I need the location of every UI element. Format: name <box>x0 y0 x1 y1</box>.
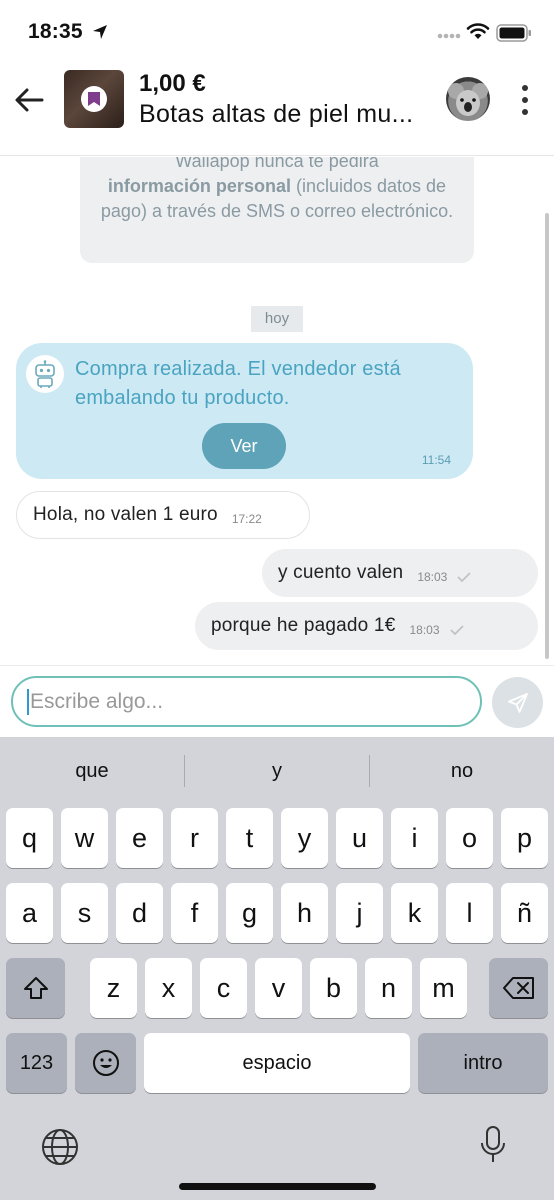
keyboard-suggestions: que y no <box>0 737 554 805</box>
suggestion-2[interactable]: y <box>185 737 369 805</box>
keyboard: que y no q w e r t y u i o p a s d f g h… <box>0 737 554 1200</box>
product-thumbnail[interactable] <box>64 70 124 128</box>
text-caret <box>27 688 29 715</box>
key-d[interactable]: d <box>116 883 163 943</box>
message-outgoing: y cuento valen 18:03 <box>262 549 538 597</box>
safety-notice: Wallapop nunca te pedirá información per… <box>80 157 474 263</box>
key-enye[interactable]: ñ <box>501 883 548 943</box>
key-a[interactable]: a <box>6 883 53 943</box>
key-k[interactable]: k <box>391 883 438 943</box>
notice-bold: información personal <box>107 176 291 196</box>
key-w[interactable]: w <box>61 808 108 868</box>
key-g[interactable]: g <box>226 883 273 943</box>
wifi-icon <box>466 23 490 39</box>
robot-icon <box>35 360 55 388</box>
check-icon <box>449 625 464 636</box>
product-title[interactable]: Botas altas de piel mu... <box>139 100 444 129</box>
check-icon <box>457 572 471 583</box>
system-message-time: 11:54 <box>421 453 451 467</box>
key-j[interactable]: j <box>336 883 383 943</box>
key-p[interactable]: p <box>501 808 548 868</box>
key-r[interactable]: r <box>171 808 218 868</box>
seller-avatar[interactable] <box>446 77 490 121</box>
message-input-placeholder: Escribe algo... <box>30 689 164 713</box>
key-i[interactable]: i <box>391 808 438 868</box>
chat-screen: 18:35 1,00 € Botas altas de piel mu... W… <box>0 0 554 1200</box>
message-input[interactable]: Escribe algo... <box>11 676 482 727</box>
view-button[interactable]: Ver <box>202 423 286 469</box>
key-m[interactable]: m <box>420 958 467 1018</box>
message-incoming: Hola, no valen 1 euro 17:22 <box>16 491 310 539</box>
key-l[interactable]: l <box>446 883 493 943</box>
key-s[interactable]: s <box>61 883 108 943</box>
key-y[interactable]: y <box>281 808 328 868</box>
status-bar: 18:35 <box>0 0 554 62</box>
microphone-icon[interactable] <box>480 1125 506 1165</box>
product-price: 1,00 € <box>139 70 206 97</box>
battery-icon <box>496 24 531 42</box>
shift-icon <box>23 977 48 999</box>
bookmark-badge <box>81 86 107 112</box>
key-t[interactable]: t <box>226 808 273 868</box>
back-arrow-icon[interactable] <box>12 82 48 118</box>
emoji-icon <box>92 1050 119 1076</box>
key-o[interactable]: o <box>446 808 493 868</box>
message-time: 18:03 <box>409 623 440 637</box>
shift-key[interactable] <box>6 958 65 1018</box>
chat-scrollbar[interactable] <box>545 213 549 659</box>
message-text: porque he pagado 1€ <box>211 615 396 636</box>
system-message-text: Compra realizada. El vendedor está embal… <box>75 358 401 409</box>
key-h[interactable]: h <box>281 883 328 943</box>
globe-icon[interactable] <box>40 1127 80 1167</box>
key-c[interactable]: c <box>200 958 247 1018</box>
koala-avatar-image <box>448 83 488 116</box>
key-e[interactable]: e <box>116 808 163 868</box>
notice-prefix: Wallapop nunca te pedirá <box>175 157 379 171</box>
status-time: 18:35 <box>28 20 83 43</box>
emoji-key[interactable] <box>75 1033 136 1093</box>
space-key[interactable]: espacio <box>144 1033 410 1093</box>
day-separator: hoy <box>251 306 303 332</box>
chat-header: 1,00 € Botas altas de piel mu... <box>0 62 554 156</box>
composer-bar: Escribe algo... <box>0 665 554 737</box>
key-n[interactable]: n <box>365 958 412 1018</box>
system-message: Compra realizada. El vendedor está embal… <box>16 343 473 479</box>
key-b[interactable]: b <box>310 958 357 1018</box>
key-q[interactable]: q <box>6 808 53 868</box>
numbers-key[interactable]: 123 <box>6 1033 67 1093</box>
key-f[interactable]: f <box>171 883 218 943</box>
bookmark-icon <box>88 92 100 106</box>
send-button[interactable] <box>492 677 543 728</box>
key-z[interactable]: z <box>90 958 137 1018</box>
message-time: 18:03 <box>417 570 448 584</box>
message-time: 17:22 <box>231 512 262 526</box>
message-text: Hola, no valen 1 euro <box>33 504 218 525</box>
return-key[interactable]: intro <box>418 1033 548 1093</box>
home-indicator[interactable] <box>179 1183 376 1190</box>
chat-messages[interactable]: Wallapop nunca te pedirá información per… <box>0 157 554 665</box>
more-vertical-icon[interactable] <box>515 80 535 120</box>
backspace-key[interactable] <box>489 958 548 1018</box>
message-text: y cuento valen <box>278 562 404 583</box>
suggestion-1[interactable]: que <box>0 737 184 805</box>
send-icon <box>507 692 528 713</box>
message-outgoing: porque he pagado 1€ 18:03 <box>195 602 538 650</box>
backspace-icon <box>502 977 534 999</box>
suggestion-3[interactable]: no <box>370 737 554 805</box>
key-u[interactable]: u <box>336 808 383 868</box>
robot-avatar <box>26 355 64 393</box>
location-arrow-icon <box>93 25 107 39</box>
key-x[interactable]: x <box>145 958 192 1018</box>
signal-dots-icon <box>437 33 461 39</box>
key-v[interactable]: v <box>255 958 302 1018</box>
